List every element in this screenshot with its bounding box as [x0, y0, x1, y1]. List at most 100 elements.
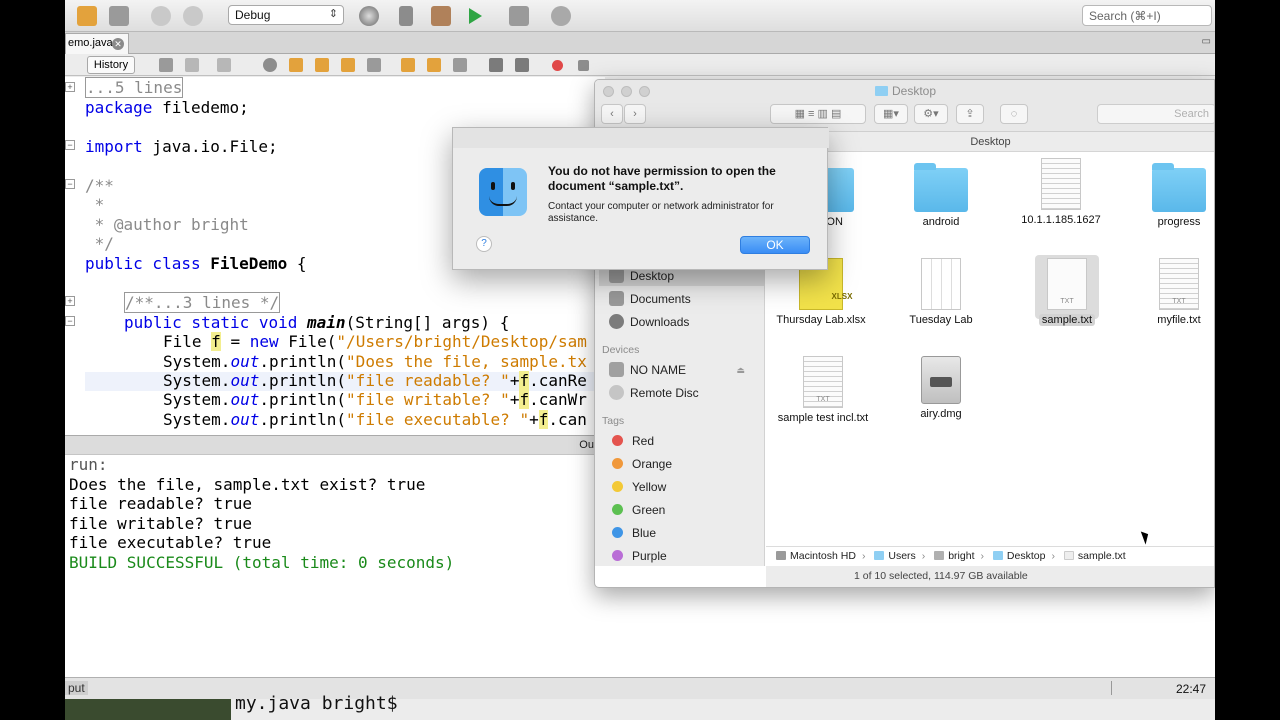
finder-title-bar[interactable]: Desktop: [595, 80, 1214, 102]
output-line: Does the file, sample.txt exist? true: [69, 474, 426, 494]
record-macro-icon[interactable]: [552, 60, 563, 71]
fold-expand-icon[interactable]: +: [65, 82, 75, 92]
nav-forward-icon[interactable]: [217, 58, 231, 72]
code-line-14: File f = new File("/Users/bright/Desktop…: [163, 332, 587, 351]
code-line-17: System.out.println("file writable? "+f.c…: [163, 390, 587, 409]
fold-collapse-icon[interactable]: −: [65, 179, 75, 189]
sidebar-tag-orange[interactable]: Orange: [609, 454, 672, 474]
ok-button[interactable]: OK: [740, 236, 810, 254]
clean-build-icon[interactable]: [431, 6, 451, 26]
action-gear-icon[interactable]: ⚙▾: [914, 104, 948, 124]
ide-search-field[interactable]: Search (⌘+I): [1082, 5, 1212, 26]
blue-tag-icon: [612, 527, 623, 538]
bookmark-prev-icon[interactable]: [401, 58, 415, 72]
zoom-window-icon[interactable]: [639, 86, 650, 97]
sidebar-item-no-name[interactable]: NO NAME ⏏: [609, 360, 759, 380]
help-button[interactable]: ?: [476, 236, 492, 252]
sidebar-tag-green[interactable]: Green: [609, 500, 665, 520]
folder-title-icon: [874, 86, 888, 96]
sidebar-label: Green: [632, 503, 666, 517]
file-item-airy-dmg[interactable]: airy.dmg: [886, 356, 996, 420]
tab-filedemo-java[interactable]: emo.java ✕: [65, 33, 129, 54]
path-crumb[interactable]: bright: [948, 550, 974, 562]
stop-macro-icon[interactable]: [578, 60, 589, 71]
file-item-myfile[interactable]: TXT myfile.txt: [1124, 258, 1214, 326]
sidebar-tag-blue[interactable]: Blue: [609, 523, 656, 543]
folder-icon: [874, 551, 885, 560]
downloads-icon: [609, 314, 624, 329]
sidebar-tag-yellow[interactable]: Yellow: [609, 477, 666, 497]
text-file-icon: TXT: [803, 356, 843, 408]
share-icon[interactable]: ⇪: [956, 104, 984, 124]
code-line-15: System.out.println("Does the file, sampl…: [163, 352, 587, 371]
sidebar-label: NO NAME: [630, 363, 687, 377]
finder-status-bar: 1 of 10 selected, 114.97 GB available: [766, 566, 1214, 587]
find-next-icon[interactable]: [315, 58, 329, 72]
target-icon[interactable]: [359, 6, 379, 26]
fold-collapse-icon[interactable]: −: [65, 316, 75, 326]
alert-message: Contact your computer or network adminis…: [548, 201, 774, 224]
sidebar-tag-red[interactable]: Red: [609, 431, 654, 451]
code-line-4: import java.io.File;: [85, 137, 278, 156]
toggle-highlight-icon[interactable]: [341, 58, 355, 72]
history-button[interactable]: History: [87, 56, 135, 74]
sidebar-item-remote-disc[interactable]: Remote Disc: [609, 383, 699, 403]
minimize-window-icon[interactable]: [621, 86, 632, 97]
path-crumb[interactable]: Users: [888, 550, 915, 562]
open-project-icon[interactable]: [109, 6, 129, 26]
bookmark-next-icon[interactable]: [427, 58, 441, 72]
shift-left-icon[interactable]: [489, 58, 503, 72]
path-crumb[interactable]: Desktop: [1007, 550, 1046, 562]
finder-file-grid[interactable]: ANON android 10.1.1.185.1627 progress XL…: [766, 152, 1214, 546]
code-line-9: */: [85, 234, 114, 253]
configuration-select[interactable]: Debug ⇕: [228, 5, 344, 25]
shift-right-icon[interactable]: [515, 58, 529, 72]
debug-icon[interactable]: [509, 6, 529, 26]
nav-back-icon[interactable]: [185, 58, 199, 72]
redo-icon[interactable]: [183, 6, 203, 26]
close-tab-icon[interactable]: ✕: [112, 38, 124, 50]
bookmark-toggle-icon[interactable]: [453, 58, 467, 72]
folded-header[interactable]: ...5 lines: [85, 77, 184, 98]
find-icon[interactable]: [263, 58, 277, 72]
path-crumb[interactable]: Macintosh HD: [790, 550, 856, 562]
output-toggle[interactable]: put: [65, 681, 88, 695]
file-item-sample-txt[interactable]: TXT sample.txt: [1012, 258, 1122, 326]
run-icon[interactable]: [469, 8, 482, 24]
window-menu-icon[interactable]: ▭: [1202, 36, 1211, 47]
eject-icon[interactable]: ⏏: [736, 360, 745, 380]
find-prev-icon[interactable]: [289, 58, 303, 72]
alert-title: You do not have permission to open the d…: [548, 164, 776, 193]
close-window-icon[interactable]: [603, 86, 614, 97]
tag-icon[interactable]: ◌: [1000, 104, 1028, 124]
build-hammer-icon[interactable]: [399, 6, 413, 26]
location-header: Desktop: [765, 132, 1214, 152]
folder-icon: [914, 163, 968, 212]
fold-expand-icon[interactable]: +: [65, 296, 75, 306]
file-item-progress[interactable]: progress: [1124, 163, 1214, 228]
forward-button[interactable]: ›: [624, 104, 646, 124]
file-item-sample-test[interactable]: TXT sample test incl.txt: [768, 356, 878, 424]
sidebar-item-downloads[interactable]: Downloads: [609, 312, 689, 332]
source-view-icon[interactable]: [159, 58, 173, 72]
text-file-icon: TXT: [1159, 258, 1199, 310]
file-item-android[interactable]: android: [886, 163, 996, 228]
new-project-icon[interactable]: [77, 6, 97, 26]
document-icon: [1041, 158, 1081, 210]
finder-search-field[interactable]: Search: [1097, 104, 1214, 124]
output-line: file writable? true: [69, 513, 253, 533]
sidebar-item-documents[interactable]: Documents: [609, 289, 691, 309]
sidebar-tag-purple[interactable]: Purple: [609, 546, 667, 566]
selection-icon[interactable]: [367, 58, 381, 72]
arrange-button[interactable]: ▦▾: [874, 104, 908, 124]
path-crumb[interactable]: sample.txt: [1078, 550, 1126, 562]
file-item-pdf-doc[interactable]: 10.1.1.185.1627: [1006, 158, 1116, 226]
file-item-tuesday-lab[interactable]: Tuesday Lab: [886, 258, 996, 326]
sidebar-label: Red: [632, 434, 655, 448]
undo-icon[interactable]: [151, 6, 171, 26]
folded-javadoc[interactable]: /**...3 lines */: [124, 292, 281, 313]
profile-icon[interactable]: [551, 6, 571, 26]
fold-collapse-icon[interactable]: −: [65, 140, 75, 150]
back-button[interactable]: ‹: [601, 104, 623, 124]
view-mode-segment[interactable]: ▦ ≡ ▥ ▤: [770, 104, 866, 124]
